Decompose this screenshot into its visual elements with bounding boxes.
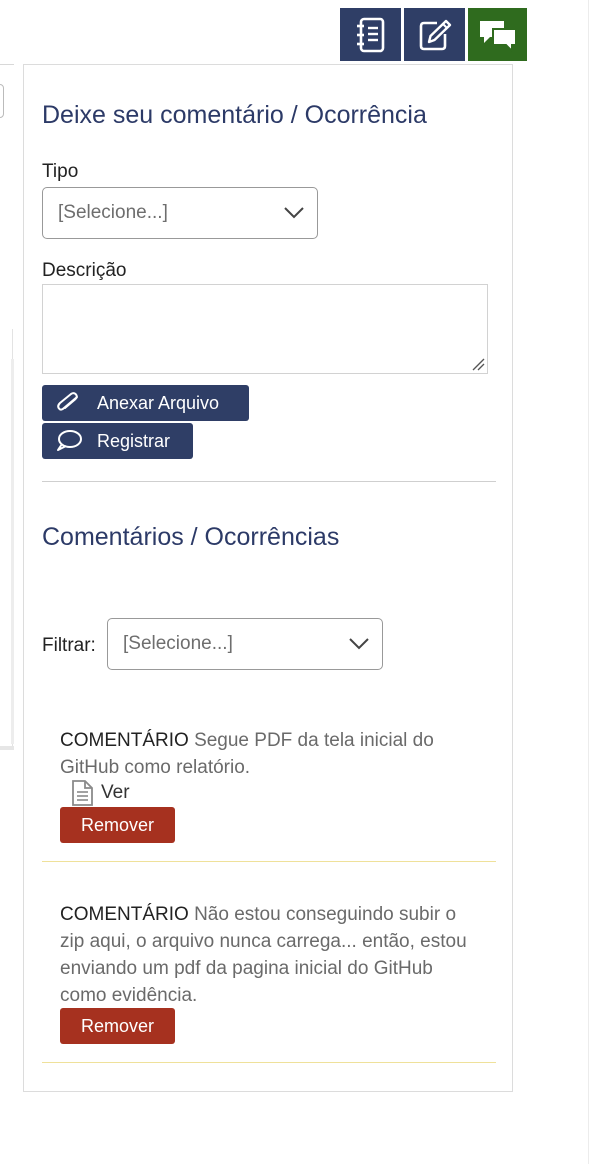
- right-edge-divider: [588, 0, 589, 1164]
- comments-title: Comentários / Ocorrências: [42, 523, 340, 551]
- comment-type: COMENTÁRIO: [60, 730, 189, 751]
- comments-button[interactable]: [468, 8, 527, 61]
- document-icon: [69, 779, 95, 807]
- left-column-bottom: [0, 746, 14, 750]
- section-divider: [42, 481, 496, 482]
- left-scrollbar-track: [11, 359, 14, 744]
- left-column-fragment: [0, 64, 14, 750]
- left-column-box: [0, 329, 14, 750]
- form-title: Deixe seu comentário / Ocorrência: [42, 101, 427, 129]
- chat-bubbles-icon: [479, 20, 517, 52]
- speech-bubble-icon: [53, 429, 85, 453]
- comment-type: COMENTÁRIO: [60, 904, 189, 925]
- tipo-select-value: [Selecione...]: [58, 202, 168, 223]
- edit-note-icon: [419, 19, 451, 50]
- view-attachment-link[interactable]: Ver: [69, 779, 130, 807]
- notebook-button[interactable]: [340, 8, 401, 61]
- remove-label: Remover: [80, 1015, 155, 1036]
- tipo-label: Tipo: [42, 161, 79, 182]
- comment-separator: [42, 861, 496, 862]
- left-column-top-border: [0, 64, 14, 65]
- chevron-down-icon: [349, 638, 369, 650]
- register-button[interactable]: Registrar: [42, 423, 193, 459]
- notebook-icon: [356, 17, 384, 52]
- comments-panel: Deixe seu comentário / Ocorrência Tipo […: [23, 64, 513, 1092]
- attach-file-label: Anexar Arquivo: [97, 392, 220, 413]
- comment-separator: [42, 1062, 496, 1063]
- filter-select[interactable]: [Selecione...]: [107, 618, 383, 670]
- descricao-textarea[interactable]: [42, 284, 488, 374]
- filter-select-value: [Selecione...]: [123, 633, 233, 654]
- chevron-down-icon: [284, 207, 304, 219]
- remove-comment-button[interactable]: Remover: [60, 807, 175, 843]
- tipo-select[interactable]: [Selecione...]: [42, 187, 318, 239]
- side-toolbar: [340, 8, 527, 61]
- edit-note-button[interactable]: [404, 8, 465, 61]
- resize-grip-icon[interactable]: [471, 357, 485, 371]
- remove-label: Remover: [80, 814, 155, 835]
- attach-file-button[interactable]: Anexar Arquivo: [42, 385, 249, 421]
- descricao-label: Descrição: [42, 260, 127, 281]
- filter-label: Filtrar:: [42, 635, 96, 656]
- paperclip-icon: [53, 392, 85, 414]
- comment-item: COMENTÁRIO Não estou conseguindo subir o…: [60, 901, 480, 1009]
- comment-item: COMENTÁRIO Segue PDF da tela inicial do …: [60, 727, 480, 781]
- register-label: Registrar: [97, 430, 171, 451]
- remove-comment-button[interactable]: Remover: [60, 1008, 175, 1044]
- left-input-edge: [0, 84, 4, 118]
- view-attachment-label: Ver: [101, 782, 130, 803]
